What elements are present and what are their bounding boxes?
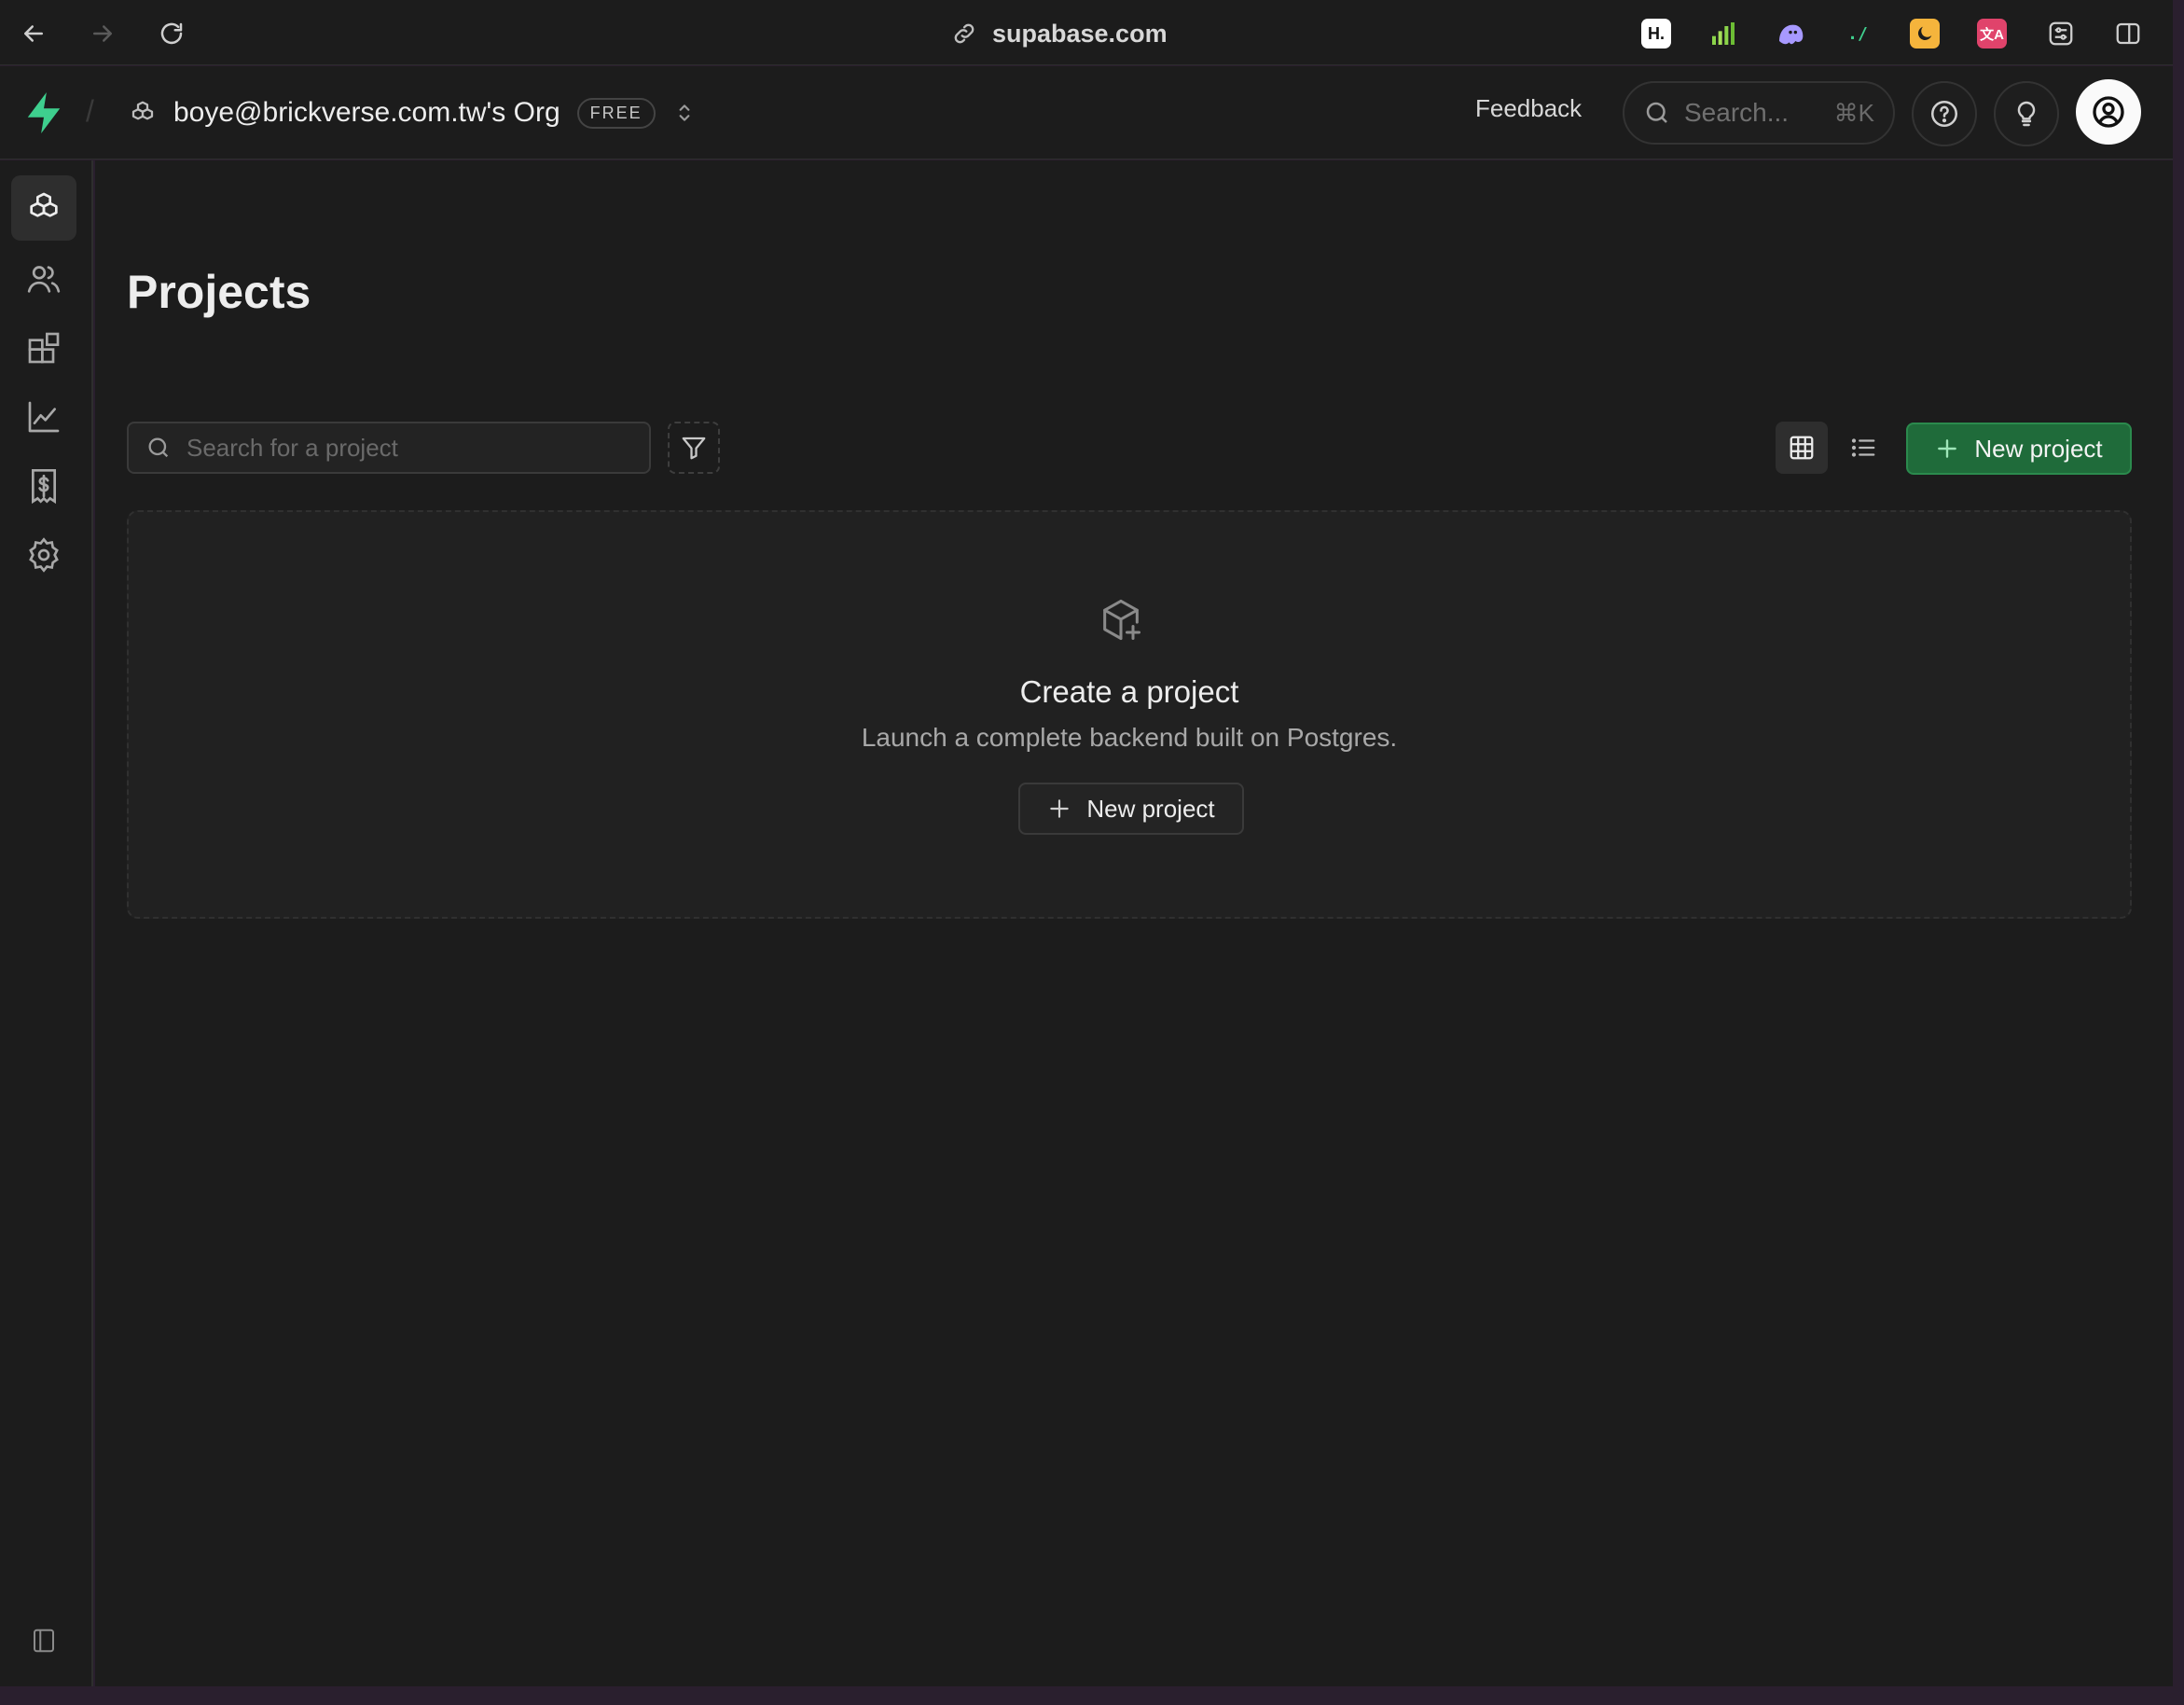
list-view-button[interactable] — [1837, 422, 1889, 474]
window-bottom-edge — [0, 1686, 2173, 1705]
grid-icon — [1790, 436, 1814, 460]
projects-boxes-icon — [30, 192, 58, 217]
sidebar-collapse-button[interactable] — [11, 1608, 76, 1673]
search-icon — [148, 437, 169, 458]
plus-icon — [1938, 439, 1957, 458]
feedback-button[interactable]: Feedback — [1475, 94, 1582, 123]
org-name: boye@brickverse.com.tw's Org — [173, 97, 560, 128]
gear-icon — [29, 537, 59, 573]
app-header: / boye@brickverse.com.tw's Org FREE Feed… — [0, 66, 2173, 159]
project-search-input[interactable] — [187, 433, 632, 463]
back-button[interactable] — [15, 15, 52, 52]
help-circle-icon — [1930, 100, 1958, 128]
main-content: Projects New project Create a project La… — [95, 160, 2173, 1686]
header-search[interactable]: Search... ⌘K — [1623, 81, 1895, 145]
breadcrumb-separator: / — [86, 94, 94, 128]
window-frame: supabase.com H. ./ 文A / boye@brickverse.… — [0, 0, 2184, 1705]
empty-state-button-label: New project — [1086, 794, 1215, 823]
org-boxes-icon — [131, 101, 154, 120]
empty-state-new-project-button[interactable]: New project — [1018, 783, 1244, 835]
sliders-icon — [2049, 21, 2073, 46]
header-search-placeholder: Search... — [1684, 98, 1790, 127]
stats-extension-icon[interactable] — [1708, 19, 1738, 49]
new-project-button[interactable]: New project — [1906, 423, 2132, 475]
reload-icon — [160, 22, 183, 45]
page-title: Projects — [127, 266, 311, 318]
project-search[interactable] — [127, 422, 651, 474]
split-view-icon — [2116, 22, 2140, 45]
moon-extension-icon[interactable] — [1910, 19, 1940, 49]
forward-button[interactable] — [84, 15, 121, 52]
url-text: supabase.com — [992, 19, 1168, 48]
sidebar-item-projects[interactable] — [11, 175, 76, 241]
grid-view-button[interactable] — [1776, 422, 1828, 474]
sidebar — [0, 160, 93, 1686]
address-bar[interactable]: supabase.com — [951, 17, 1168, 50]
sidebar-item-integrations[interactable] — [11, 315, 76, 381]
sidebar-item-billing[interactable] — [11, 453, 76, 519]
sidebar-item-settings[interactable] — [11, 522, 76, 588]
supabase-logo[interactable] — [22, 90, 65, 140]
reload-button[interactable] — [153, 15, 190, 52]
chart-line-icon — [28, 401, 60, 433]
list-icon — [1851, 438, 1875, 457]
sidebar-item-usage[interactable] — [11, 384, 76, 450]
supabase-logo-icon — [27, 91, 61, 134]
receipt-dollar-icon — [32, 469, 56, 505]
browser-toolbar: supabase.com H. ./ 文A — [0, 0, 2173, 65]
chevron-up-down-icon — [679, 104, 690, 121]
plus-icon — [1050, 799, 1070, 818]
empty-state-title: Create a project — [1019, 674, 1239, 709]
link-icon — [954, 23, 975, 44]
ghost-extension-icon[interactable] — [1776, 19, 1805, 49]
user-circle-icon — [2093, 96, 2124, 128]
panel-left-icon — [34, 1629, 54, 1653]
sidebar-toggle-button[interactable] — [2109, 15, 2147, 52]
plan-badge: FREE — [576, 97, 656, 129]
sidebar-item-team[interactable] — [11, 246, 76, 312]
new-project-label: New project — [1974, 434, 2103, 463]
arrow-left-icon — [24, 25, 43, 42]
empty-state-card: Create a project Launch a complete backe… — [127, 510, 2132, 919]
users-icon — [27, 266, 61, 293]
help-button[interactable] — [1912, 81, 1977, 146]
box-plus-icon — [1097, 596, 1145, 649]
extensions-button[interactable] — [2042, 15, 2080, 52]
lightbulb-icon — [2017, 101, 2036, 127]
filter-icon — [682, 437, 706, 460]
whats-new-button[interactable] — [1994, 81, 2059, 146]
h-extension-icon[interactable]: H. — [1641, 19, 1671, 49]
org-switcher[interactable]: boye@brickverse.com.tw's Org FREE — [129, 90, 697, 135]
search-shortcut: ⌘K — [1833, 98, 1874, 127]
search-icon — [1646, 102, 1667, 123]
translate-extension-icon[interactable]: 文A — [1977, 19, 2007, 49]
filter-button[interactable] — [668, 422, 720, 474]
arrow-right-icon — [93, 25, 112, 42]
user-avatar[interactable] — [2076, 79, 2141, 145]
terminal-extension-icon[interactable]: ./ — [1843, 19, 1873, 49]
empty-state-subtitle: Launch a complete backend built on Postg… — [861, 723, 1398, 752]
integrations-blocks-icon — [28, 332, 60, 364]
